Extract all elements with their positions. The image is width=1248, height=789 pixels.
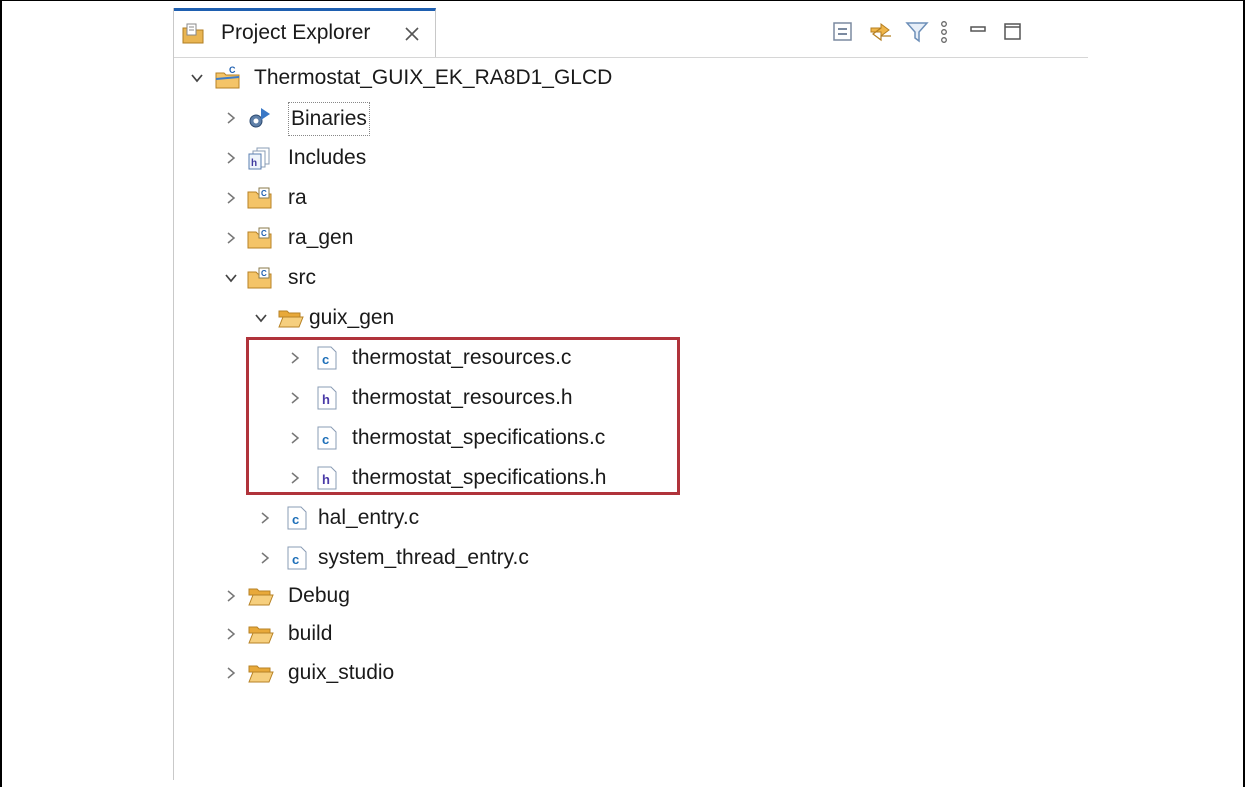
chevron-right-icon[interactable] [224, 627, 238, 641]
chevron-right-icon[interactable] [224, 191, 238, 205]
includes-label: Includes [288, 146, 367, 169]
file-label: thermostat_resources.h [352, 386, 573, 409]
c-project-icon: C [215, 65, 240, 89]
project-explorer-icon [182, 23, 204, 44]
source-folder-icon: C [247, 267, 272, 289]
maximize-icon[interactable] [1000, 19, 1026, 45]
tree-item-file[interactable]: c thermostat_specifications.c [286, 422, 666, 460]
tree-item-build[interactable]: build [222, 618, 422, 656]
hal-entry-label: hal_entry.c [318, 506, 420, 529]
binaries-icon [249, 108, 270, 128]
svg-text:C: C [261, 189, 267, 198]
project-name: Thermostat_GUIX_EK_RA8D1_GLCD [254, 66, 613, 89]
system-thread-entry-label: system_thread_entry.c [318, 546, 529, 569]
source-folder-icon: C [247, 187, 272, 209]
src-label: src [288, 266, 316, 289]
source-folder-icon: C [247, 227, 272, 249]
h-file-icon: h [317, 386, 337, 410]
svg-text:h: h [251, 158, 257, 169]
chevron-right-icon[interactable] [288, 471, 302, 485]
tree-item-file[interactable]: h thermostat_specifications.h [286, 462, 666, 500]
folder-icon [248, 588, 274, 606]
file-label: thermostat_resources.c [352, 346, 572, 369]
svg-text:h: h [322, 392, 330, 407]
binaries-label: Binaries [288, 102, 370, 136]
chevron-right-icon[interactable] [288, 391, 302, 405]
chevron-down-icon[interactable] [254, 311, 268, 325]
chevron-right-icon[interactable] [224, 231, 238, 245]
link-with-editor-icon[interactable] [868, 19, 894, 45]
h-file-icon: h [317, 466, 337, 490]
build-label: build [288, 622, 333, 645]
c-file-icon: c [287, 506, 307, 530]
folder-icon [248, 665, 274, 683]
file-label: thermostat_specifications.c [352, 426, 606, 449]
chevron-right-icon[interactable] [224, 151, 238, 165]
tree-item-hal-entry[interactable]: c hal_entry.c [256, 502, 516, 540]
chevron-right-icon[interactable] [258, 551, 272, 565]
c-file-icon: c [287, 546, 307, 570]
svg-text:c: c [292, 512, 299, 527]
view-menu-icon[interactable] [932, 19, 958, 45]
guix-gen-label: guix_gen [309, 306, 395, 329]
chevron-down-icon[interactable] [224, 271, 238, 285]
chevron-right-icon[interactable] [224, 666, 238, 680]
debug-label: Debug [288, 584, 350, 607]
tree-item-guix-gen[interactable]: guix_gen [252, 302, 472, 340]
guix-studio-label: guix_studio [288, 661, 395, 684]
svg-text:c: c [292, 552, 299, 567]
c-file-icon: c [317, 426, 337, 450]
tree-item-file[interactable]: h thermostat_resources.h [286, 382, 626, 420]
tree-item-debug[interactable]: Debug [222, 580, 422, 618]
collapse-all-icon[interactable] [830, 19, 856, 45]
svg-text:C: C [229, 65, 236, 75]
tree-item-ra-gen[interactable]: C ra_gen [222, 222, 422, 260]
tree-item-file[interactable]: c thermostat_resources.c [286, 342, 626, 380]
svg-text:C: C [261, 229, 267, 238]
file-label: thermostat_specifications.h [352, 466, 607, 489]
svg-text:c: c [322, 352, 329, 367]
tab-project-explorer[interactable]: Project Explorer [174, 8, 436, 57]
includes-icon: h [248, 147, 270, 170]
tree-item-guix-studio[interactable]: guix_studio [222, 657, 442, 695]
ra-gen-label: ra_gen [288, 226, 354, 249]
chevron-right-icon[interactable] [224, 111, 238, 125]
close-icon[interactable] [402, 24, 422, 44]
view-tab-bar: Project Explorer [174, 8, 1088, 58]
tree-item-ra[interactable]: C ra [222, 182, 422, 220]
tab-label: Project Explorer [221, 21, 371, 44]
filter-icon[interactable] [904, 19, 930, 45]
tree-item-project[interactable]: C Thermostat_GUIX_EK_RA8D1_GLCD [188, 62, 648, 100]
minimize-icon[interactable] [966, 19, 992, 45]
chevron-down-icon[interactable] [190, 71, 204, 85]
chevron-right-icon[interactable] [288, 351, 302, 365]
c-file-icon: c [317, 346, 337, 370]
chevron-right-icon[interactable] [288, 431, 302, 445]
folder-icon [248, 626, 274, 644]
svg-text:C: C [261, 269, 267, 278]
tree-item-src[interactable]: C src [222, 262, 422, 300]
open-folder-icon [278, 310, 304, 328]
chevron-right-icon[interactable] [258, 511, 272, 525]
tree-item-includes[interactable]: h Includes [222, 142, 422, 180]
chevron-right-icon[interactable] [224, 589, 238, 603]
svg-text:c: c [322, 432, 329, 447]
tree-item-binaries[interactable]: Binaries [222, 102, 422, 140]
tree-item-system-thread-entry[interactable]: c system_thread_entry.c [256, 542, 576, 580]
svg-text:h: h [322, 472, 330, 487]
ra-label: ra [288, 186, 307, 209]
